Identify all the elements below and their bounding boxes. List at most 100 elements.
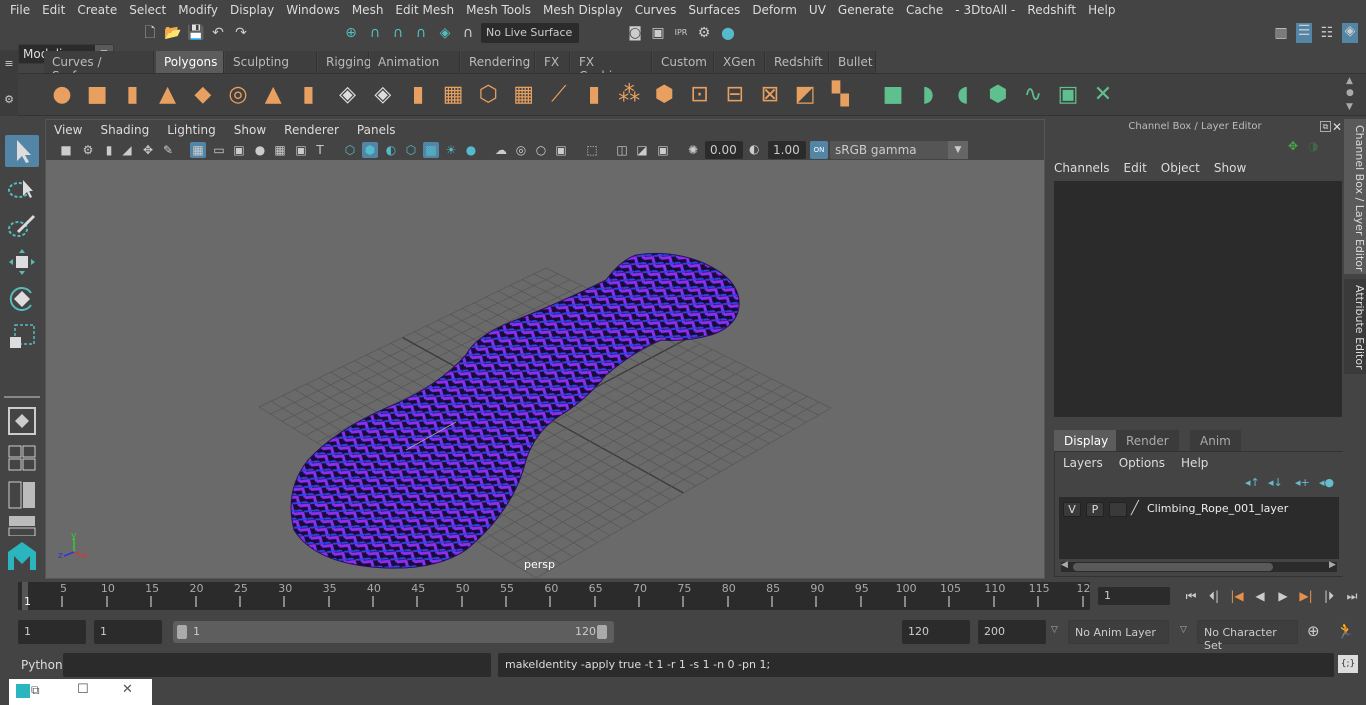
step-back-key-icon[interactable]: |◀	[1229, 588, 1245, 604]
snap-surface-icon[interactable]: ◈	[437, 25, 453, 41]
shelf-scroll-up-icon[interactable]: ▲	[1346, 76, 1353, 86]
uv-unfold-icon[interactable]: ∿	[1020, 82, 1046, 108]
new-layer-selected-icon[interactable]: ◂●	[1319, 476, 1334, 489]
grid-toggle-icon[interactable]: ▦	[190, 142, 206, 158]
shelf-scroll-down-icon[interactable]: ▼	[1346, 102, 1353, 112]
field-chart-icon[interactable]: ▦	[272, 142, 288, 158]
poly-cone-icon[interactable]: ▲	[155, 82, 181, 108]
channel-box-area[interactable]	[1054, 181, 1342, 417]
anim-layer-dropdown[interactable]: No Anim Layer	[1068, 620, 1169, 644]
menu-generate[interactable]: Generate	[832, 3, 900, 17]
menu-mesh-display[interactable]: Mesh Display	[537, 3, 629, 17]
lighting-icon[interactable]: ☀	[443, 142, 459, 158]
scale-tool[interactable]	[5, 320, 39, 352]
uv-planar-icon[interactable]: ■	[880, 82, 906, 108]
shelf-scroll-handle-icon[interactable]: ●	[1346, 88, 1354, 98]
multi-cut-icon[interactable]: ⟋	[546, 82, 572, 108]
menu-select[interactable]: Select	[123, 3, 172, 17]
undo-icon[interactable]: ↶	[210, 25, 226, 41]
character-set-dropdown[interactable]: No Character Set	[1197, 620, 1298, 652]
resolution-gate-icon[interactable]: ▣	[231, 142, 247, 158]
layer-menu-options[interactable]: Options	[1119, 456, 1165, 470]
tab-attribute-editor[interactable]: Attribute Editor	[1344, 279, 1366, 374]
menu-uv[interactable]: UV	[803, 3, 832, 17]
range-slider[interactable]: 1 120	[173, 621, 614, 643]
close-icon[interactable]: ✕	[1332, 120, 1342, 134]
menu-mesh-tools[interactable]: Mesh Tools	[460, 3, 537, 17]
float-panel-icon[interactable]: ⧉	[1320, 121, 1331, 132]
3d-viewport[interactable]: y x z persp	[46, 160, 1044, 579]
render-settings-icon[interactable]: ⚙	[696, 25, 712, 41]
play-backwards-icon[interactable]: ◀	[1252, 588, 1268, 604]
shelf-tab-animation[interactable]: Animation	[370, 51, 460, 73]
gate-mask-icon[interactable]: ●	[252, 142, 268, 158]
shade-wireframe-icon[interactable]: ◐	[383, 142, 399, 158]
smooth-shade-icon[interactable]: ⬢	[362, 142, 378, 158]
menu-curves[interactable]: Curves	[629, 3, 683, 17]
poly-plane-icon[interactable]: ◆	[190, 82, 216, 108]
uv-cylindrical-icon[interactable]: ◗	[915, 82, 941, 108]
wireframe-icon[interactable]: ⬡	[342, 142, 358, 158]
persp-outliner-layout-button[interactable]	[5, 478, 39, 510]
shelf-menu-icon[interactable]: ≡	[1, 56, 17, 72]
menu-3dtoall[interactable]: - 3DtoAll -	[949, 3, 1021, 17]
menu-mesh[interactable]: Mesh	[346, 3, 390, 17]
fill-hole-icon[interactable]: ⊟	[722, 82, 748, 108]
layer-row[interactable]: V P ╱ Climbing_Rope_001_layer	[1059, 497, 1339, 521]
channel-box-toggle-icon[interactable]: ◈	[1342, 23, 1358, 43]
shelf-tab-rigging[interactable]: Rigging	[318, 51, 371, 73]
exposure-icon[interactable]: ✺	[685, 142, 701, 158]
depth-of-field-icon[interactable]: ▣	[553, 142, 569, 158]
close-window-icon[interactable]: ✕	[122, 682, 133, 697]
move-tool[interactable]	[5, 246, 39, 278]
layer-tab-display[interactable]: Display	[1054, 430, 1119, 452]
uv-editor-icon[interactable]: ▣	[1055, 82, 1081, 108]
shelf-tab-polygons[interactable]: Polygons	[156, 51, 224, 73]
rotate-tool[interactable]	[5, 283, 39, 315]
layer-color-swatch-icon[interactable]: ╱	[1131, 501, 1139, 516]
uv-automatic-icon[interactable]: ⬢	[985, 82, 1011, 108]
command-language-label[interactable]: Python	[21, 658, 63, 672]
render-view-icon[interactable]: ◙	[627, 25, 643, 41]
film-gate-icon[interactable]: ▭	[211, 142, 227, 158]
poly-cube-icon[interactable]: ■	[84, 82, 110, 108]
layer-menu-layers[interactable]: Layers	[1063, 456, 1103, 470]
current-frame-field[interactable]: 1	[1098, 587, 1170, 605]
viewport-menu-show[interactable]: Show	[234, 123, 274, 137]
new-layer-icon[interactable]: ◂+	[1295, 476, 1310, 489]
shelf-tab-fx-caching[interactable]: FX Caching	[571, 51, 652, 83]
animation-preferences-icon[interactable]: 🏃	[1336, 622, 1355, 640]
menu-redshift[interactable]: Redshift	[1021, 3, 1082, 17]
isolate-select-icon[interactable]: ⬚	[584, 142, 600, 158]
target-weld-icon[interactable]: ▚	[827, 82, 853, 108]
anti-aliasing-icon[interactable]: ○	[533, 142, 549, 158]
layer-tab-render[interactable]: Render	[1116, 430, 1179, 452]
layer-name[interactable]: Climbing_Rope_001_layer	[1147, 502, 1288, 515]
poly-torus-icon[interactable]: ◎	[225, 82, 251, 108]
hypershade-icon[interactable]: ●	[720, 25, 736, 41]
layer-menu-help[interactable]: Help	[1181, 456, 1208, 470]
snap-grid-icon[interactable]: ⊕	[343, 25, 359, 41]
snap-point-icon[interactable]: ∩	[390, 25, 406, 41]
snap-curve-icon[interactable]: ∩	[367, 25, 383, 41]
timeline-handle[interactable]	[0, 582, 18, 610]
make-live-icon[interactable]: ∩	[460, 25, 476, 41]
layer-horizontal-scrollbar[interactable]: ◀ ▶	[1061, 560, 1337, 572]
xray-active-icon[interactable]: ◪	[634, 142, 650, 158]
paint-select-tool[interactable]	[5, 209, 39, 241]
ipr-render-icon[interactable]: IPR	[673, 25, 689, 41]
viewport-menu-view[interactable]: View	[54, 123, 90, 137]
viewport-menu-lighting[interactable]: Lighting	[167, 123, 224, 137]
viewport-menu-panels[interactable]: Panels	[357, 123, 404, 137]
time-slider[interactable]: 1 5 10 15 20 25 30 35 40 45 50 55 60 65 70 75 80 85 90 95 1…	[18, 582, 1091, 610]
menu-windows[interactable]: Windows	[280, 3, 346, 17]
menu-file[interactable]: File	[4, 3, 36, 17]
range-end-handle[interactable]	[597, 625, 607, 639]
save-scene-icon[interactable]: 💾	[187, 25, 204, 41]
separate-icon[interactable]: ◈	[370, 82, 396, 108]
exposure-field[interactable]: 0.00	[705, 141, 743, 159]
append-icon[interactable]: ⊡	[687, 82, 713, 108]
grease-pencil-icon[interactable]: ✎	[160, 142, 176, 158]
boolean-icon[interactable]: ▦	[511, 82, 537, 108]
menu-edit-mesh[interactable]: Edit Mesh	[389, 3, 460, 17]
